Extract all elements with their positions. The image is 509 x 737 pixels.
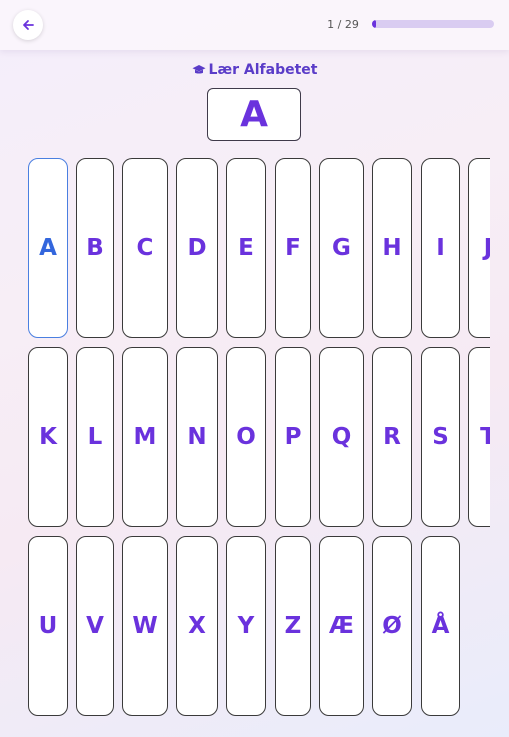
letter-tile-C[interactable]: C [122, 158, 168, 338]
letter-tile-label: Ø [382, 613, 402, 639]
letter-tile-label: S [432, 424, 449, 450]
letter-tile-N[interactable]: N [176, 347, 218, 527]
page-title: Lær Alfabetet [0, 62, 509, 78]
letter-tile-T[interactable]: T [468, 347, 490, 527]
letter-tile-label: W [132, 613, 158, 639]
progress-bar-fill [372, 20, 377, 28]
letter-tile-U[interactable]: U [28, 536, 68, 716]
letter-tile-E[interactable]: E [226, 158, 266, 338]
letter-tile-label: V [86, 613, 104, 639]
letter-tile-label: N [187, 424, 207, 450]
letter-tile-label: U [38, 613, 58, 639]
current-letter-display: A [207, 88, 301, 141]
letter-tile-S[interactable]: S [421, 347, 460, 527]
progress-bar [372, 20, 494, 28]
letter-tile-H[interactable]: H [372, 158, 412, 338]
letter-tile-label: Å [431, 613, 450, 639]
letter-tile-label: Q [331, 424, 352, 450]
graduation-cap-icon [192, 65, 206, 74]
letter-tile-label: E [238, 235, 254, 261]
arrow-left-icon [23, 20, 34, 30]
letter-tile-label: R [383, 424, 401, 450]
letter-tile-W[interactable]: W [122, 536, 168, 716]
letter-tile-label: O [236, 424, 256, 450]
letter-tile-label: A [39, 235, 57, 261]
letter-tile-R[interactable]: R [372, 347, 412, 527]
back-button[interactable] [13, 10, 43, 40]
letter-tile-J[interactable]: J [468, 158, 490, 338]
letter-tile-label: K [39, 424, 57, 450]
letter-tile-I[interactable]: I [421, 158, 460, 338]
letter-grid: A B C D E F G H I J K L M N O P Q R S T U V W X Y Z Æ Ø Å [0, 150, 490, 730]
letter-tile-P[interactable]: P [275, 347, 311, 527]
letter-tile-Z[interactable]: Z [275, 536, 311, 716]
letter-tile-label: P [284, 424, 302, 450]
letter-tile-O[interactable]: O [226, 347, 266, 527]
letter-tile-label: F [285, 235, 301, 261]
letter-tile-label: D [187, 235, 207, 261]
letter-tile-label: Z [284, 613, 302, 639]
letter-tile-M[interactable]: M [122, 347, 168, 527]
letter-tile-label: C [136, 235, 154, 261]
letter-tile-label: J [483, 235, 490, 261]
letter-tile-label: Æ [329, 613, 354, 639]
letter-tile-label: G [332, 235, 351, 261]
page-title-text: Lær Alfabetet [208, 62, 318, 78]
letter-tile-Q[interactable]: Q [319, 347, 364, 527]
letter-tile-D[interactable]: D [176, 158, 218, 338]
letter-tile-F[interactable]: F [275, 158, 311, 338]
letter-tile-Å[interactable]: Å [421, 536, 460, 716]
progress-counter: 1 / 29 [327, 18, 359, 31]
letter-tile-B[interactable]: B [76, 158, 114, 338]
letter-tile-A[interactable]: A [28, 158, 68, 338]
letter-tile-K[interactable]: K [28, 347, 68, 527]
letter-tile-label: B [86, 235, 104, 261]
letter-tile-label: M [133, 424, 157, 450]
letter-tile-V[interactable]: V [76, 536, 114, 716]
letter-tile-Y[interactable]: Y [226, 536, 266, 716]
letter-tile-Ø[interactable]: Ø [372, 536, 412, 716]
letter-tile-G[interactable]: G [319, 158, 364, 338]
letter-tile-label: H [382, 235, 402, 261]
letter-tile-label: Y [237, 613, 255, 639]
letter-tile-Æ[interactable]: Æ [319, 536, 364, 716]
letter-tile-label: T [480, 424, 490, 450]
letter-tile-label: L [87, 424, 103, 450]
letter-tile-label: X [188, 613, 206, 639]
top-bar: 1 / 29 [0, 0, 509, 50]
letter-tile-X[interactable]: X [176, 536, 218, 716]
letter-tile-L[interactable]: L [76, 347, 114, 527]
letter-tile-label: I [436, 235, 445, 261]
